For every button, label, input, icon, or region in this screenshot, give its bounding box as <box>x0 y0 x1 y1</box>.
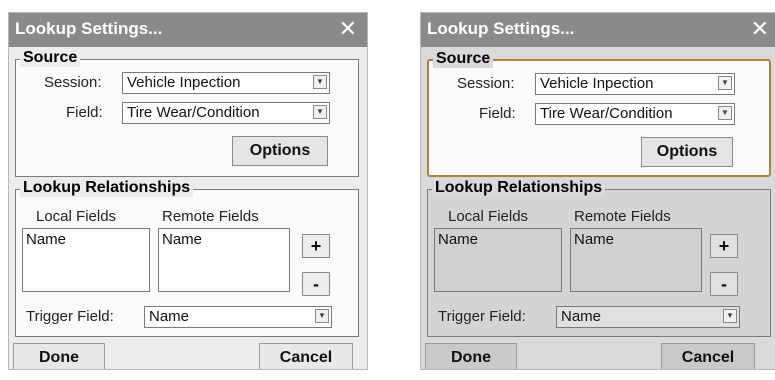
remote-fields-header: Remote Fields <box>574 208 671 225</box>
remote-fields-header: Remote Fields <box>162 208 259 225</box>
local-fields-header: Local Fields <box>36 208 117 225</box>
lookup-legend: Lookup Relationships <box>20 179 194 197</box>
chevron-down-icon[interactable]: ▼ <box>718 106 732 120</box>
local-fields-list[interactable]: Name <box>434 228 562 292</box>
close-icon[interactable]: ✕ <box>751 16 769 42</box>
field-select[interactable]: Tire Wear/Condition ▼ <box>122 102 330 124</box>
field-select[interactable]: Tire Wear/Condition ▼ <box>535 103 735 125</box>
trigger-field-value: Name <box>149 308 190 325</box>
cancel-button[interactable]: Cancel <box>259 343 353 369</box>
field-label: Field: <box>66 104 103 121</box>
list-item[interactable]: Name <box>438 231 558 248</box>
session-select[interactable]: Vehicle Inpection ▼ <box>122 72 330 94</box>
session-label: Session: <box>457 75 515 92</box>
field-value: Tire Wear/Condition <box>540 105 673 122</box>
local-fields-list[interactable]: Name <box>22 228 150 292</box>
remote-fields-list[interactable]: Name <box>570 228 702 292</box>
session-value: Vehicle Inpection <box>127 74 241 91</box>
list-item[interactable]: Name <box>162 231 286 248</box>
field-value: Tire Wear/Condition <box>127 104 260 121</box>
list-item[interactable]: Name <box>26 231 146 248</box>
lookup-settings-dialog-normal: Lookup Settings... ✕ Source Session: Veh… <box>8 12 368 370</box>
source-legend: Source <box>433 50 494 68</box>
field-label: Field: <box>479 105 516 122</box>
title-bar: Lookup Settings... ✕ <box>9 13 367 47</box>
close-icon[interactable]: ✕ <box>339 16 357 42</box>
session-label: Session: <box>44 74 102 91</box>
lookup-legend: Lookup Relationships <box>432 179 606 197</box>
cancel-button[interactable]: Cancel <box>661 343 755 369</box>
chevron-down-icon[interactable]: ▼ <box>313 75 327 89</box>
trigger-field-select[interactable]: Name ▼ <box>144 306 332 328</box>
chevron-down-icon[interactable]: ▼ <box>315 309 329 323</box>
remote-fields-list[interactable]: Name <box>158 228 290 292</box>
remove-relationship-button[interactable]: - <box>302 272 330 296</box>
trigger-field-label: Trigger Field: <box>438 308 526 325</box>
done-button[interactable]: Done <box>13 343 105 369</box>
remove-relationship-button[interactable]: - <box>710 272 738 296</box>
local-fields-header: Local Fields <box>448 208 529 225</box>
done-button[interactable]: Done <box>425 343 517 369</box>
trigger-field-select[interactable]: Name ▼ <box>556 306 740 328</box>
options-button[interactable]: Options <box>641 137 733 167</box>
chevron-down-icon[interactable]: ▼ <box>723 309 737 323</box>
source-legend: Source <box>20 49 81 67</box>
dialog-title: Lookup Settings... <box>15 19 163 38</box>
trigger-field-value: Name <box>561 308 602 325</box>
add-relationship-button[interactable]: + <box>710 234 738 258</box>
chevron-down-icon[interactable]: ▼ <box>718 76 732 90</box>
source-group: Source Session: Vehicle Inpection ▼ Fiel… <box>427 50 771 177</box>
session-value: Vehicle Inpection <box>540 75 654 92</box>
lookup-relationships-group: Lookup Relationships Local Fields Remote… <box>15 179 359 337</box>
lookup-relationships-group: Lookup Relationships Local Fields Remote… <box>427 179 771 337</box>
dialog-title: Lookup Settings... <box>427 19 575 38</box>
list-item[interactable]: Name <box>574 231 698 248</box>
lookup-settings-dialog-highlighted: Lookup Settings... ✕ Source Session: Veh… <box>420 12 775 370</box>
source-group: Source Session: Vehicle Inpection ▼ Fiel… <box>15 49 359 177</box>
title-bar: Lookup Settings... ✕ <box>421 13 775 47</box>
options-button[interactable]: Options <box>232 136 328 166</box>
session-select[interactable]: Vehicle Inpection ▼ <box>535 73 735 95</box>
chevron-down-icon[interactable]: ▼ <box>313 105 327 119</box>
trigger-field-label: Trigger Field: <box>26 308 114 325</box>
add-relationship-button[interactable]: + <box>302 234 330 258</box>
